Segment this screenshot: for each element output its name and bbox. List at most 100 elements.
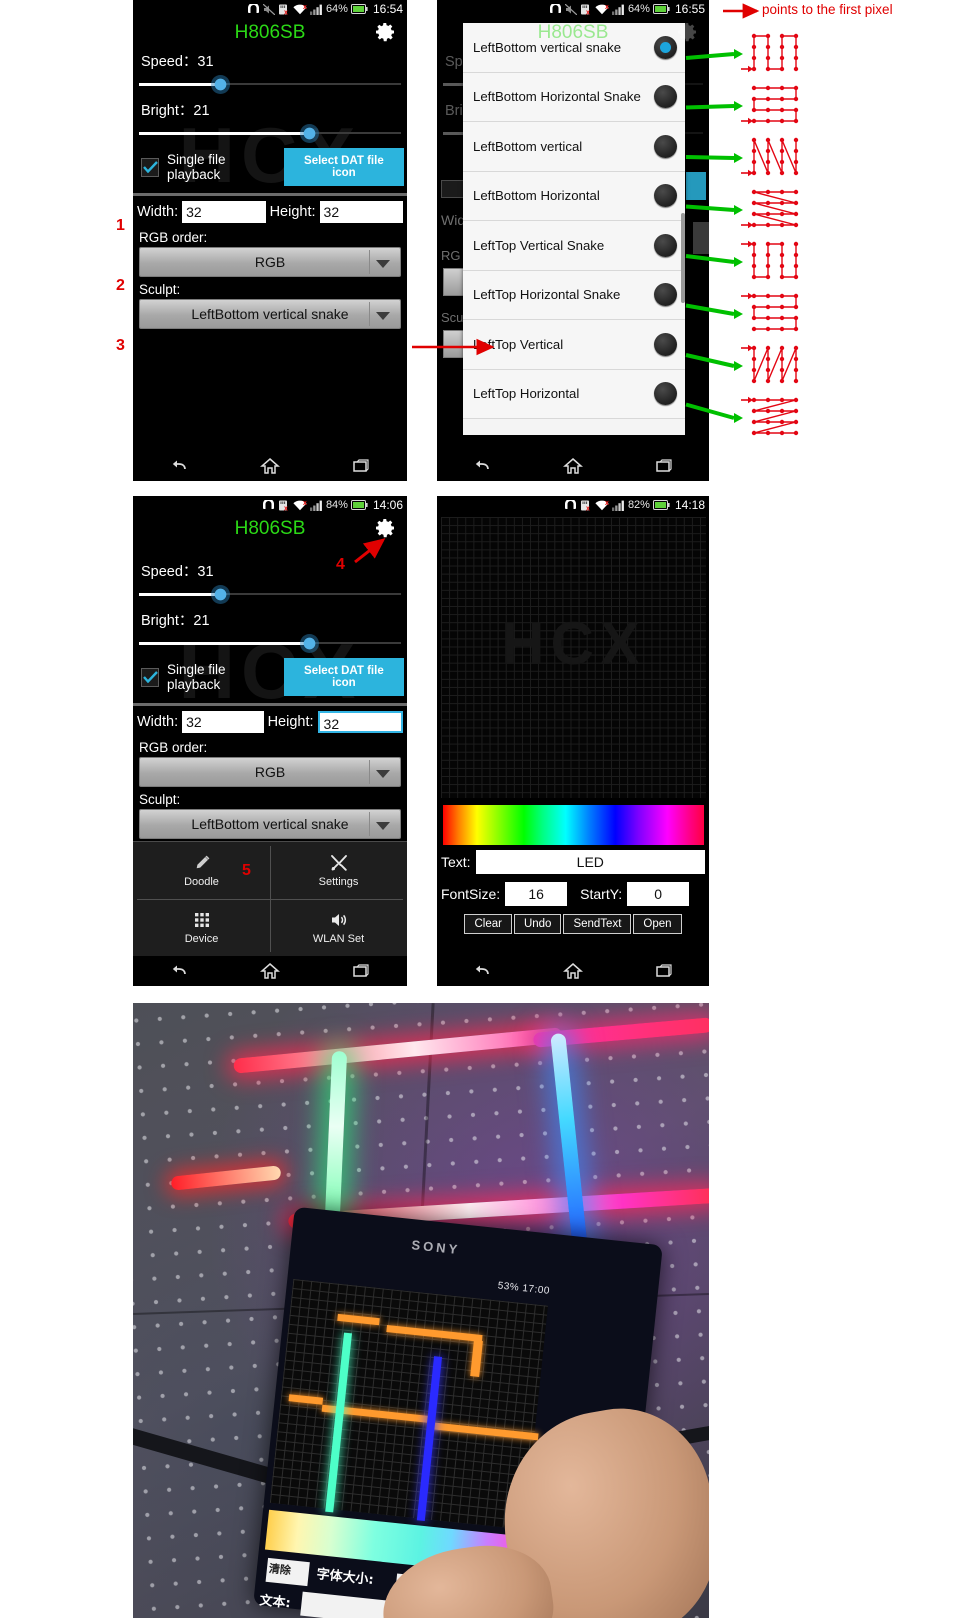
back-icon-s1[interactable] bbox=[168, 456, 190, 476]
signal-bars-icon bbox=[611, 4, 625, 15]
sculpt-options-dropdown[interactable]: LeftBottom vertical snake LeftBottom Hori… bbox=[463, 23, 685, 435]
dropdown-option-7[interactable]: LeftTop Horizontal bbox=[463, 369, 685, 419]
app-title-text-s3: H806SB bbox=[234, 518, 306, 539]
home-icon-s2[interactable] bbox=[562, 456, 584, 476]
home-icon-s1[interactable] bbox=[259, 456, 281, 476]
back-icon-s4[interactable] bbox=[471, 961, 493, 981]
gear-icon-s2[interactable] bbox=[675, 20, 699, 44]
radio-button-7[interactable] bbox=[654, 382, 677, 406]
radio-button-5[interactable] bbox=[654, 283, 677, 307]
menu-item-settings[interactable]: Settings bbox=[270, 842, 407, 899]
bright-slider-s1[interactable] bbox=[139, 122, 401, 144]
color-picker-strip[interactable] bbox=[443, 805, 704, 845]
recents-icon-s4[interactable] bbox=[653, 961, 675, 981]
speed-thumb-s1[interactable] bbox=[211, 75, 231, 94]
single-file-playback-checkbox-s3[interactable] bbox=[141, 667, 159, 687]
menu-label-wlan-set: WLAN Set bbox=[312, 933, 365, 945]
open-button-s4[interactable]: Open bbox=[633, 914, 682, 934]
battery-percent-s1: 64% bbox=[325, 3, 348, 15]
speed-thumb-s3[interactable] bbox=[211, 585, 231, 604]
pattern-diagram-lefttop-horizontal bbox=[740, 394, 812, 447]
width-label-s1: Width: bbox=[137, 204, 179, 220]
height-label-s3: Height: bbox=[267, 714, 314, 730]
dropdown-scrollbar[interactable] bbox=[681, 213, 685, 303]
recents-icon-s3[interactable] bbox=[350, 961, 372, 981]
radio-button-4[interactable] bbox=[654, 233, 677, 257]
signal-bars-icon bbox=[611, 500, 625, 511]
rgb-order-value-s1: RGB bbox=[254, 254, 286, 270]
recents-icon-s1[interactable] bbox=[350, 456, 372, 476]
nav-bar-s1[interactable] bbox=[133, 451, 407, 481]
single-file-playback-row-s1[interactable]: Single file playback Select DAT file ico… bbox=[133, 144, 407, 190]
bright-thumb-s3[interactable] bbox=[300, 634, 320, 653]
sculpt-value-s1: LeftBottom vertical snake bbox=[191, 306, 349, 322]
pattern-diagram-leftbottom-horizontal-snake bbox=[740, 82, 812, 135]
pattern-diagram-lefttop-vertical bbox=[740, 342, 812, 395]
marker-3: 3 bbox=[116, 337, 125, 354]
fontsize-input-s4[interactable]: 16 bbox=[505, 882, 568, 906]
recents-icon-s2[interactable] bbox=[653, 456, 675, 476]
menu-item-wlan-set[interactable]: WLAN Set bbox=[270, 899, 407, 956]
undo-button-s4[interactable]: Undo bbox=[513, 914, 562, 934]
bright-thumb-s1[interactable] bbox=[300, 124, 320, 143]
radio-button-2[interactable] bbox=[654, 134, 677, 158]
dropdown-option-4[interactable]: LeftTop Vertical Snake bbox=[463, 221, 685, 271]
dropdown-option-6[interactable]: LeftTop Vertical bbox=[463, 320, 685, 370]
width-input-s3[interactable]: 32 bbox=[182, 711, 264, 733]
svg-text:x: x bbox=[605, 4, 609, 11]
sendtext-button-s4[interactable]: SendText bbox=[563, 914, 632, 934]
radio-button-3[interactable] bbox=[654, 184, 677, 208]
bright-slider-s3[interactable] bbox=[139, 632, 401, 654]
width-input-s1[interactable]: 32 bbox=[182, 201, 266, 223]
clear-button-s4[interactable]: Clear bbox=[464, 914, 512, 934]
rgb-order-spinner-s1[interactable]: RGB bbox=[139, 247, 401, 277]
single-file-playback-label-s1: Single file playback bbox=[167, 152, 226, 182]
fontsize-label-s4: FontSize: bbox=[441, 886, 501, 902]
sculpt-spinner-s3[interactable]: LeftBottom vertical snake bbox=[139, 809, 401, 839]
dropdown-option-2[interactable]: LeftBottom vertical bbox=[463, 122, 685, 172]
height-input-s3[interactable]: 32 bbox=[317, 711, 404, 733]
rgb-order-spinner-s3[interactable]: RGB bbox=[139, 757, 401, 787]
pattern-diagram-leftbottom-horizontal bbox=[740, 186, 812, 239]
gear-icon-s1[interactable] bbox=[373, 20, 397, 44]
nav-bar-s2[interactable] bbox=[437, 451, 709, 481]
radio-button-6[interactable] bbox=[654, 332, 677, 356]
nav-bar-s3[interactable] bbox=[133, 956, 407, 986]
svg-text:x: x bbox=[605, 500, 609, 507]
nav-bar-s4[interactable] bbox=[437, 956, 709, 986]
height-input-s1[interactable]: 32 bbox=[319, 201, 404, 223]
starty-input-s4[interactable]: 0 bbox=[627, 882, 690, 906]
gear-icon-s3[interactable] bbox=[373, 516, 397, 540]
chevron-down-icon-rgb-s3 bbox=[376, 770, 390, 778]
text-label-s4: Text: bbox=[441, 854, 471, 870]
home-icon-s4[interactable] bbox=[562, 961, 584, 981]
radio-button-1[interactable] bbox=[654, 85, 677, 109]
menu-item-device[interactable]: Device bbox=[133, 899, 270, 956]
select-dat-file-button-s1[interactable]: Select DAT file icon bbox=[283, 148, 404, 186]
spinner-separator bbox=[369, 302, 370, 326]
text-input-s4[interactable]: LED bbox=[475, 850, 705, 874]
dropdown-option-1[interactable]: LeftBottom Horizontal Snake bbox=[463, 72, 685, 122]
menu-label-doodle: Doodle bbox=[184, 876, 219, 888]
doodle-canvas[interactable]: HCX bbox=[441, 517, 706, 798]
back-icon-s3[interactable] bbox=[168, 961, 190, 981]
dropdown-option-3[interactable]: LeftBottom Horizontal bbox=[463, 171, 685, 221]
dropdown-option-5[interactable]: LeftTop Horizontal Snake bbox=[463, 270, 685, 320]
single-file-playback-checkbox-s1[interactable] bbox=[141, 157, 159, 177]
overflow-menu-s3[interactable]: Doodle Settings Device WLAN Set bbox=[133, 841, 407, 956]
home-icon-s3[interactable] bbox=[259, 961, 281, 981]
single-file-playback-row-s3[interactable]: Single file playback Select DAT file ico… bbox=[133, 654, 407, 700]
dropdown-option-label: LeftTop Vertical bbox=[473, 336, 564, 352]
phone-screen-doodle: x x 82% 14:18 HCX Text: LED FontSize: 16 bbox=[437, 496, 709, 986]
back-icon-s2[interactable] bbox=[471, 456, 493, 476]
sculpt-label-s3: Sculpt: bbox=[139, 792, 181, 807]
select-dat-file-button-s3[interactable]: Select DAT file icon bbox=[283, 658, 404, 696]
speed-slider-s3[interactable] bbox=[139, 583, 401, 605]
chevron-down-icon-rgb-s1 bbox=[376, 260, 390, 268]
svg-text:x: x bbox=[284, 505, 288, 511]
svg-text:x: x bbox=[303, 500, 307, 507]
svg-text:x: x bbox=[586, 9, 590, 15]
width-label-s3: Width: bbox=[137, 714, 179, 730]
speed-slider-s1[interactable] bbox=[139, 73, 401, 95]
sculpt-spinner-s1[interactable]: LeftBottom vertical snake bbox=[139, 299, 401, 329]
